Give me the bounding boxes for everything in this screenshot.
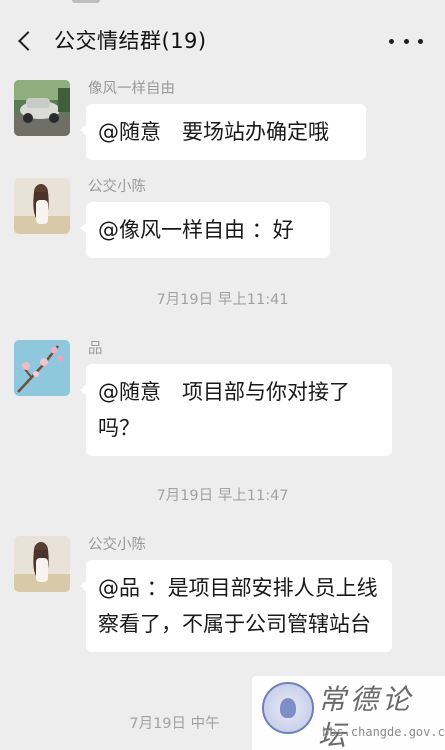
avatar[interactable] [14,536,70,592]
chat-screen: 公交情结群(19) 像风一样自由 @随意 要场站办确定哦 公交小陈 @像风一样自… [0,0,445,750]
message-bubble[interactable]: @随意 项目部与你对接了吗？ [80,364,392,456]
watermark-url: bbs.changde.gov.cn [322,725,445,739]
message-bubble[interactable]: @像风一样自由 ：好 [80,202,330,258]
timestamp-divider: 7月19日 早上11:41 [156,292,289,308]
back-chevron-icon[interactable] [10,24,40,58]
sender-name: 像风一样自由 [88,81,175,97]
timestamp-divider: 7月19日 早上11:47 [156,488,289,504]
avatar[interactable] [14,340,70,396]
sender-name: 公交小陈 [88,179,146,195]
sender-name: 公交小陈 [88,537,146,553]
status-bar-sliver [72,0,100,3]
message-bubble[interactable]: @随意 要场站办确定哦 [80,104,366,160]
sender-name: 品 [88,341,103,357]
forum-watermark: 常德论坛 bbs.changde.gov.cn [252,676,445,750]
message-bubble[interactable]: @品 ：是项目部安排人员上线察看了，不属于公司管辖站台 [80,560,392,652]
avatar[interactable] [14,80,70,136]
chat-title: 公交情结群(19) [54,29,207,53]
girl-photo-avatar-icon [14,536,70,592]
more-options-icon[interactable] [389,30,423,52]
forum-seal-icon [262,682,314,734]
chat-header: 公交情结群(19) [0,0,445,72]
blossom-photo-avatar-icon [14,340,70,396]
car-photo-avatar-icon [14,80,70,136]
avatar[interactable] [14,178,70,234]
girl-photo-avatar-icon [14,178,70,234]
